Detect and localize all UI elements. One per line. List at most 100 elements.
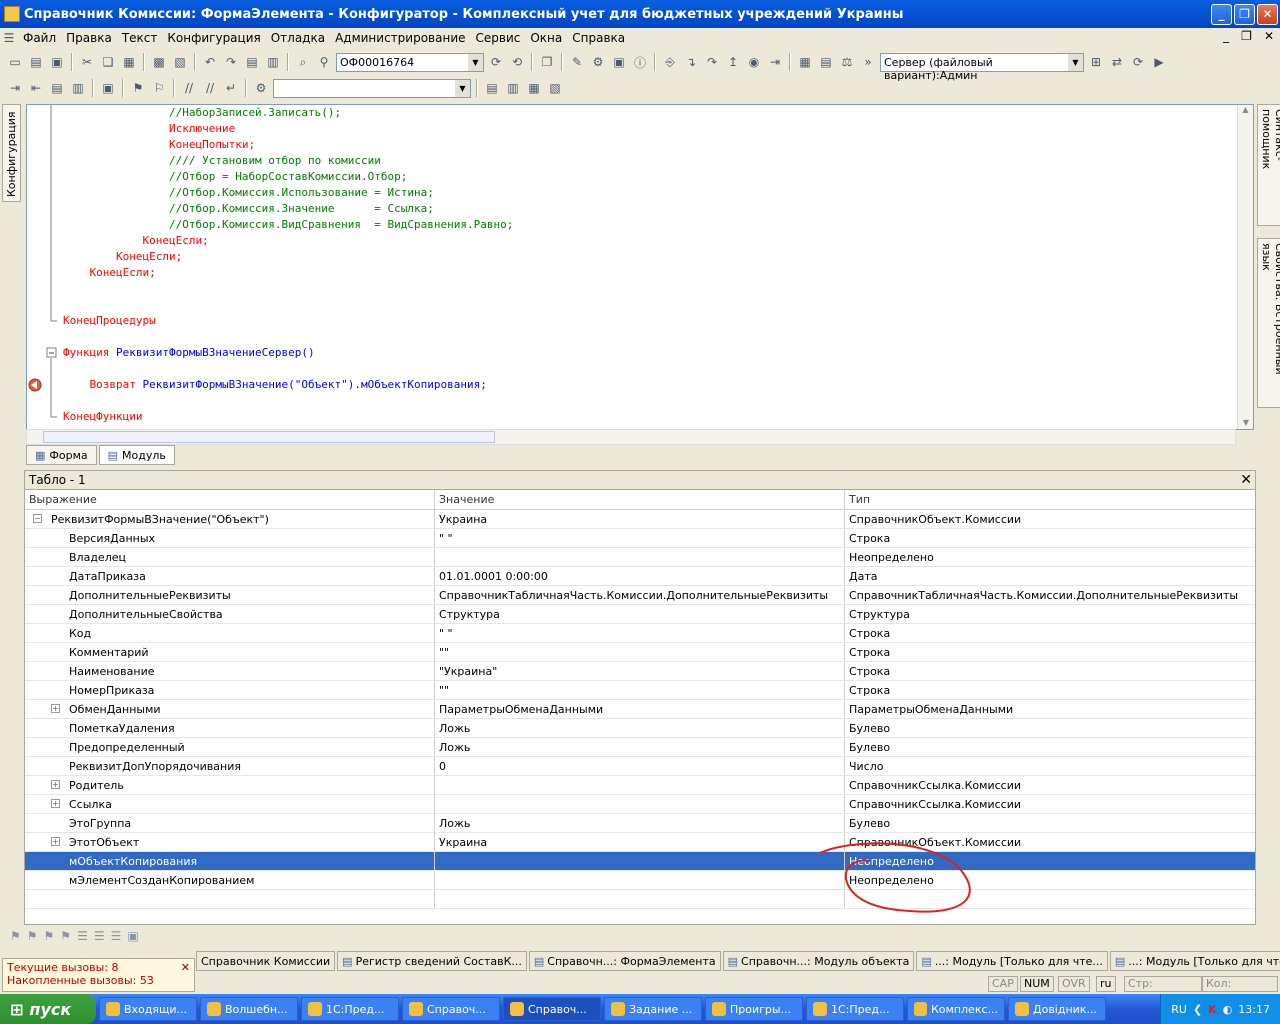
indent-icon[interactable]: ⇥ [6,79,24,97]
procedures-icon[interactable]: ⚙ [252,79,270,97]
cell-expression[interactable]: мОбъектКопирования [25,852,435,870]
options-icon[interactable]: ▧ [546,79,564,97]
edit-watch-icon[interactable]: ⚑ [27,929,38,947]
cell-value[interactable]: " " [435,624,845,642]
goto-forward-icon[interactable]: ▦ [525,79,543,97]
goto-back-icon[interactable]: ▥ [504,79,522,97]
cell-value[interactable] [435,852,845,870]
db-icon[interactable]: ▦ [796,53,814,71]
windows-icon[interactable]: ❐ [538,53,556,71]
redo-icon[interactable]: ↷ [222,53,240,71]
new-icon[interactable]: ▭ [6,53,24,71]
table-row[interactable]: + ОбменДанными ПараметрыОбменаДанными Парам… [25,700,1255,719]
cell-value[interactable]: Ложь [435,814,845,832]
sidebar-tab-syntax-helper[interactable]: Синтакс-помощник [1257,104,1280,226]
table-row[interactable]: Код " " Строка [25,624,1255,643]
table-row[interactable]: ДатаПриказа 01.01.0001 0:00:00 Дата [25,567,1255,586]
chevron-down-icon[interactable]: ▼ [1068,53,1083,71]
editor-vertical-scrollbar[interactable]: ▲ ▼ [1237,105,1253,429]
cell-expression[interactable]: Код [25,624,435,642]
cell-value[interactable] [435,795,845,813]
expand-icon[interactable]: ☰ [77,929,88,947]
clear-watch-icon[interactable]: ⚑ [60,929,71,947]
start-button[interactable]: ⊞ пуск [0,994,96,1024]
tab-form[interactable]: ▦ Форма [26,445,97,465]
goto-icon[interactable]: ▤ [483,79,501,97]
format-icon[interactable]: ▥ [69,79,87,97]
preview-icon[interactable]: ▧ [171,53,189,71]
cell-value[interactable]: Украина [435,510,845,528]
table-row[interactable]: + ЭтотОбъект Украина СправочникОбъект.Комис… [25,833,1255,852]
chevron-down-icon[interactable]: ▼ [468,53,483,71]
status-lang[interactable]: ru [1096,976,1116,992]
book-icon[interactable]: ▣ [610,53,628,71]
cell-value[interactable] [435,548,845,566]
sync-icon[interactable]: ⇄ [1108,53,1126,71]
cell-expression[interactable]: Владелец [25,548,435,566]
save-icon[interactable]: ▣ [48,53,66,71]
cell-expression[interactable]: РеквизитДопУпорядочивания [25,757,435,775]
cell-expression[interactable]: мЭлементСозданКопированием [25,871,435,889]
list-icon[interactable]: ▥ [264,53,282,71]
add-watch-icon[interactable]: ⚑ [10,929,21,947]
find-next-icon[interactable]: ⟳ [487,53,505,71]
taskbar-item[interactable]: Проигры... [705,997,803,1021]
table-row[interactable]: мОбъектКопирования Неопределено [25,852,1255,871]
cell-expression[interactable]: ДополнительныеРеквизиты [25,586,435,604]
tray-lang[interactable]: RU [1171,1003,1187,1016]
outdent-icon[interactable]: ⇤ [27,79,45,97]
block-icon[interactable]: ▤ [48,79,66,97]
bookmark-next-icon[interactable]: ⚐ [150,79,168,97]
col-expression[interactable]: Выражение [25,490,435,509]
taskbar-item[interactable]: Входящи... [99,997,197,1021]
window-tab[interactable]: ▤ Справочн...: Модуль объекта [722,951,915,971]
code-editor[interactable]: //НаборЗаписей.Записать(); Исключение Ко… [26,104,1254,430]
table-row[interactable]: − РеквизитФормыВЗначение("Объект") Украина… [25,510,1255,529]
cell-expression[interactable]: ПометкаУдаления [25,719,435,737]
table-row[interactable]: мЭлементСозданКопированием Неопределено [25,871,1255,890]
server-combo[interactable]: Сервер (файловый вариант):Админ ▼ [880,52,1084,82]
col-type[interactable]: Тип [845,490,1255,509]
menu-text[interactable]: Текст [117,31,163,45]
debug-start-icon[interactable]: ⎆ [661,53,679,71]
cell-value[interactable]: Структура [435,605,845,623]
scroll-thumb[interactable] [43,431,495,443]
table-row[interactable]: ПометкаУдаления Ложь Булево [25,719,1255,738]
procedure-combo[interactable]: ▼ [273,78,471,98]
taskbar-item[interactable]: Комплекс... [907,997,1005,1021]
template-icon[interactable]: ▣ [99,79,117,97]
cell-value[interactable]: Украина [435,833,845,851]
open-icon[interactable]: ▤ [27,53,45,71]
cell-value[interactable] [435,871,845,889]
launch-icon[interactable]: ▶ [1150,53,1168,71]
cell-value[interactable]: " " [435,529,845,547]
delete-watch-icon[interactable]: ⚑ [44,929,55,947]
window-tab[interactable]: ▤ Регистр сведений СоставК... [337,951,527,971]
window-tab[interactable]: ▤ Справочн...: ФормаЭлемента [528,951,721,971]
syntax-icon[interactable]: ⚙ [589,53,607,71]
cell-expression[interactable]: + ОбменДанными [25,700,435,718]
cell-expression[interactable]: Комментарий [25,643,435,661]
cell-expression[interactable]: ВерсияДанных [25,529,435,547]
close-icon[interactable]: ✕ [1240,472,1252,488]
scroll-down-icon[interactable]: ▼ [1238,418,1253,427]
system-menu-icon[interactable]: ☰ [0,29,18,47]
find-prev-icon[interactable]: ⟲ [508,53,526,71]
paste-icon[interactable]: ▦ [120,53,138,71]
close-button[interactable]: ✕ [1257,3,1278,25]
collapse-icon[interactable]: − [33,514,42,523]
tray-arrow-icon[interactable]: ❮ [1193,1003,1202,1016]
cell-value[interactable]: 01.01.0001 0:00:00 [435,567,845,585]
window-tab[interactable]: ▤...: Модуль [Только для чте... [916,951,1108,971]
window-icon[interactable]: ▤ [243,53,261,71]
cell-expression[interactable]: ЭтоГруппа [25,814,435,832]
cell-value[interactable]: "Украина" [435,662,845,680]
table-row[interactable]: Владелец Неопределено [25,548,1255,567]
col-value[interactable]: Значение [435,490,845,509]
menu-file[interactable]: Файл [18,31,61,45]
table-row[interactable]: ВерсияДанных " " Строка [25,529,1255,548]
tab-module[interactable]: ▤ Модуль [98,445,175,465]
sidebar-tab-properties[interactable]: Свойства: Встроенный язык [1257,238,1280,408]
expand-icon[interactable]: + [51,837,60,846]
taskbar-item[interactable]: Довідник... [1008,997,1106,1021]
